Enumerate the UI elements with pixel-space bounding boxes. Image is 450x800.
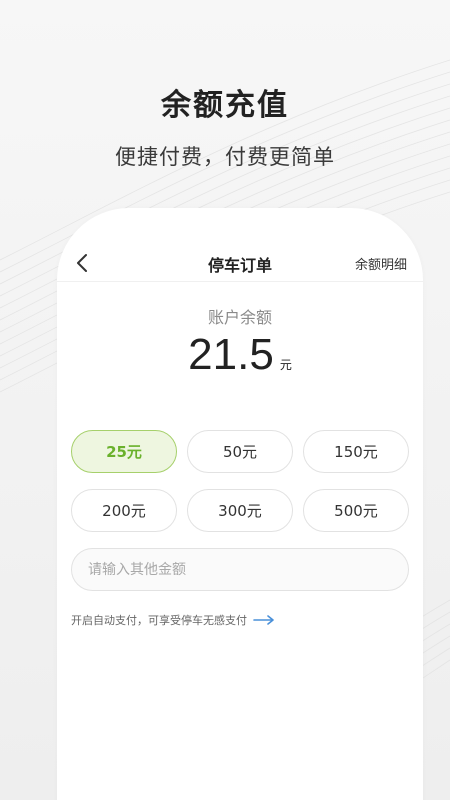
amount-option-200[interactable]: 200元 [71, 489, 177, 532]
amount-option-300[interactable]: 300元 [187, 489, 293, 532]
amount-option-50[interactable]: 50元 [187, 430, 293, 473]
balance-details-link[interactable]: 余额明细 [355, 254, 407, 273]
phone-frame: 停车订单 余额明细 账户余额 21.5 元 25元 50元 150元 200元 3… [57, 208, 423, 800]
arrow-right-icon [253, 615, 275, 625]
autopay-text: 开启自动支付，可享受停车无感支付 [71, 614, 247, 627]
amount-option-150[interactable]: 150元 [303, 430, 409, 473]
amount-option-25[interactable]: 25元 [71, 430, 177, 473]
promo-subtitle: 便捷付费，付费更简单 [115, 145, 335, 169]
autopay-link[interactable]: 开启自动支付，可享受停车无感支付 [71, 612, 275, 628]
balance-label: 账户余额 [207, 308, 272, 327]
balance-unit: 元 [279, 358, 292, 372]
screen: 余额充值 便捷付费，付费更简单 停车订单 余额明细 账户余额 21.5 元 25元… [0, 0, 450, 800]
balance-amount: 21.5 [188, 330, 274, 379]
promo-title: 余额充值 [161, 88, 289, 123]
other-amount-input[interactable] [71, 548, 409, 591]
balance-display: 21.5 元 [57, 330, 423, 380]
navigation-bar: 停车订单 余额明细 [57, 244, 423, 282]
amount-option-500[interactable]: 500元 [303, 489, 409, 532]
